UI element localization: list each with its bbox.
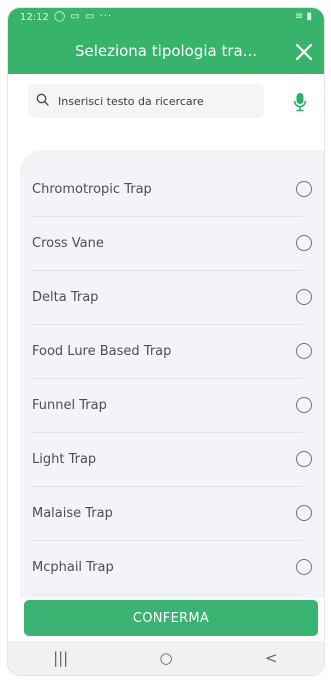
signal-battery-icons: ≡ ▮ <box>294 11 312 22</box>
divider <box>32 594 302 595</box>
list-item-label: Funnel Trap <box>32 397 107 413</box>
radio-button[interactable] <box>296 397 312 413</box>
confirm-button[interactable]: CONFERMA <box>24 600 318 636</box>
list-item[interactable]: Malaise Trap <box>32 486 324 540</box>
radio-button[interactable] <box>296 289 312 305</box>
system-nav-bar: ||| ○ < <box>8 641 324 675</box>
list-item-label: Food Lure Based Trap <box>32 343 172 359</box>
list-item[interactable]: Funnel Trap <box>32 378 324 432</box>
list-item-label: Malaise Trap <box>32 505 113 521</box>
radio-button[interactable] <box>296 343 312 359</box>
radio-button[interactable] <box>296 505 312 521</box>
list-item-label: Chromotropic Trap <box>32 181 152 197</box>
search-icon <box>36 93 54 110</box>
radio-button[interactable] <box>296 451 312 467</box>
recent-apps-icon[interactable]: ||| <box>41 649 81 667</box>
list-item[interactable]: Mcphail Trap <box>32 540 324 594</box>
close-icon[interactable] <box>290 38 318 66</box>
microphone-icon[interactable] <box>290 92 310 112</box>
list-item-label: Light Trap <box>32 451 97 467</box>
list-item[interactable]: Light Trap <box>32 432 324 486</box>
back-icon[interactable]: < <box>251 649 291 667</box>
status-time: 12:12 <box>20 12 49 23</box>
phone-screen: 12:12 ◯ ▭ ▭ ··· ≡ ▮ Seleziona tipologia … <box>8 8 324 675</box>
radio-button[interactable] <box>296 235 312 251</box>
dialog-header: Seleziona tipologia tra... <box>8 30 324 74</box>
close-icon-glyph <box>295 43 313 61</box>
options-list: Chromotropic Trap Cross Vane Delta Trap … <box>20 150 324 598</box>
search-box[interactable] <box>28 84 264 118</box>
radio-button[interactable] <box>296 559 312 575</box>
list-item[interactable]: Cross Vane <box>32 216 324 270</box>
list-item-label: Mcphail Trap <box>32 559 114 575</box>
list-item-label: Cross Vane <box>32 235 104 251</box>
home-icon[interactable]: ○ <box>146 649 186 667</box>
radio-button[interactable] <box>296 181 312 197</box>
notification-icons: ◯ ▭ ▭ ··· <box>54 11 113 22</box>
list-item-label: Delta Trap <box>32 289 99 305</box>
search-input[interactable] <box>54 94 262 108</box>
dialog-title: Seleziona tipologia tra... <box>74 42 258 60</box>
status-bar: 12:12 ◯ ▭ ▭ ··· ≡ ▮ <box>8 8 324 30</box>
list-item[interactable]: Chromotropic Trap <box>32 162 324 216</box>
list-item[interactable]: Delta Trap <box>32 270 324 324</box>
list-item[interactable]: Food Lure Based Trap <box>32 324 324 378</box>
